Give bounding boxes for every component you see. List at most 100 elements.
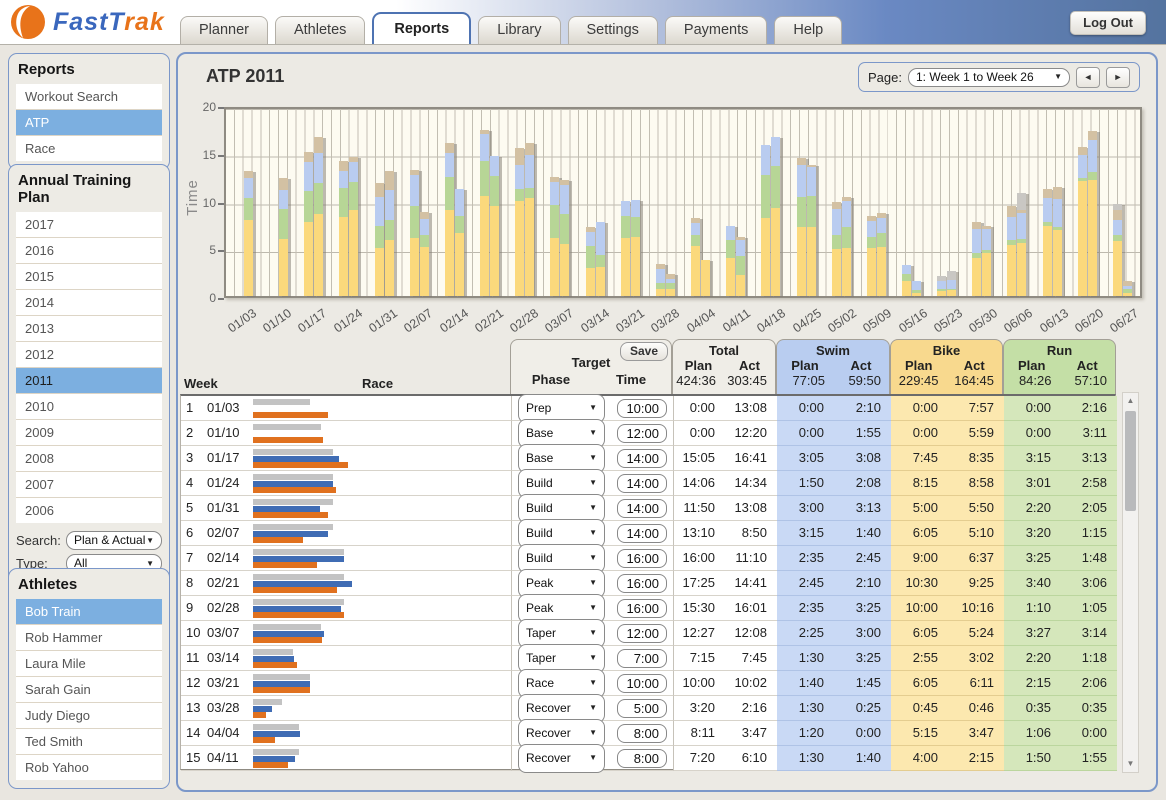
chart-segment-run <box>385 220 394 240</box>
table-row: 301/17Base▼15:0516:413:053:087:458:353:1… <box>181 446 1115 471</box>
bike-act-value: 10:16 <box>948 596 1004 621</box>
report-item-race[interactable]: Race <box>16 135 162 161</box>
chart-segment-run <box>867 237 876 248</box>
scroll-down-arrow-icon[interactable]: ▼ <box>1123 756 1138 772</box>
phase-select[interactable]: Recover▼ <box>518 744 605 773</box>
year-item-2014[interactable]: 2014 <box>16 289 162 315</box>
chart-segment-bike <box>410 238 419 296</box>
year-item-2007[interactable]: 2007 <box>16 471 162 497</box>
race-bar-target <box>253 574 344 580</box>
chart-bar-act <box>842 197 851 296</box>
total-act-value: 7:45 <box>725 646 777 671</box>
target-time-input[interactable] <box>617 749 667 768</box>
chart-segment-swim <box>304 162 313 191</box>
chart-segment-bike <box>726 258 735 296</box>
target-time-input[interactable] <box>617 724 667 743</box>
chart-segment-bike <box>525 198 534 296</box>
target-time-input[interactable] <box>617 449 667 468</box>
target-time-input[interactable] <box>617 524 667 543</box>
year-item-2011[interactable]: 2011 <box>16 367 162 393</box>
bike-plan-value: 8:15 <box>891 471 948 496</box>
year-item-2015[interactable]: 2015 <box>16 263 162 289</box>
chart-segment-bike <box>1043 226 1052 296</box>
chart-segment-swim <box>1078 155 1087 178</box>
target-time-input[interactable] <box>617 599 667 618</box>
swim-act-value: 3:00 <box>834 621 891 646</box>
year-item-2010[interactable]: 2010 <box>16 393 162 419</box>
target-time-input[interactable] <box>617 499 667 518</box>
tab-planner[interactable]: Planner <box>180 16 268 44</box>
tab-settings[interactable]: Settings <box>568 16 658 44</box>
target-time-input[interactable] <box>617 424 667 443</box>
year-item-2016[interactable]: 2016 <box>16 237 162 263</box>
logout-button[interactable]: Log Out <box>1070 11 1146 35</box>
week-date: 02/28 <box>207 596 249 621</box>
target-time-input[interactable] <box>617 649 667 668</box>
chart-segment-swim <box>832 209 841 235</box>
table-row: 401/24Build▼14:0614:341:502:088:158:583:… <box>181 471 1115 496</box>
year-item-2017[interactable]: 2017 <box>16 212 162 237</box>
year-item-2013[interactable]: 2013 <box>16 315 162 341</box>
athlete-item-rob-yahoo[interactable]: Rob Yahoo <box>16 754 162 780</box>
swim-act-value: 2:45 <box>834 546 891 571</box>
year-item-2012[interactable]: 2012 <box>16 341 162 367</box>
target-time-input[interactable] <box>617 674 667 693</box>
athlete-item-judy-diego[interactable]: Judy Diego <box>16 702 162 728</box>
filter-select-search[interactable]: Plan & Actual▼ <box>66 531 162 550</box>
swim-act-value: 3:25 <box>834 646 891 671</box>
time-cell <box>611 721 673 746</box>
tab-reports[interactable]: Reports <box>372 12 471 44</box>
race-bar-plan <box>253 481 333 487</box>
save-button[interactable]: Save <box>620 342 668 361</box>
year-item-2009[interactable]: 2009 <box>16 419 162 445</box>
race-bar-target <box>253 424 321 430</box>
chart-segment-swim <box>490 156 499 177</box>
scroll-up-arrow-icon[interactable]: ▲ <box>1123 393 1138 409</box>
tab-payments[interactable]: Payments <box>665 16 767 44</box>
chart-segment-other <box>1078 147 1087 155</box>
year-item-2006[interactable]: 2006 <box>16 497 162 523</box>
target-time-input[interactable] <box>617 624 667 643</box>
total-act-value: 2:16 <box>725 696 777 721</box>
target-time-input[interactable] <box>617 699 667 718</box>
chart-segment-bike <box>947 290 956 296</box>
next-page-button[interactable]: ► <box>1106 67 1130 88</box>
swim-plan-value: 2:35 <box>777 546 834 571</box>
run-act-value: 2:58 <box>1061 471 1117 496</box>
chart-segment-run <box>797 197 806 228</box>
chart-segment-bike <box>771 208 780 296</box>
prev-page-button[interactable]: ◄ <box>1076 67 1100 88</box>
race-bar-target <box>253 399 310 405</box>
week-number: 1 <box>181 396 207 421</box>
chart-segment-run <box>902 274 911 281</box>
bike-act-value: 7:57 <box>948 396 1004 421</box>
target-time-input[interactable] <box>617 399 667 418</box>
tab-help[interactable]: Help <box>774 16 842 44</box>
year-item-2008[interactable]: 2008 <box>16 445 162 471</box>
target-time-input[interactable] <box>617 549 667 568</box>
athlete-item-sarah-gain[interactable]: Sarah Gain <box>16 676 162 702</box>
chart-bar-plan <box>410 170 419 296</box>
report-item-atp[interactable]: ATP <box>16 109 162 135</box>
annual-training-plan-panel: Annual Training Plan 2017201620152014201… <box>8 164 170 605</box>
bike-plan-value: 6:05 <box>891 521 948 546</box>
athlete-item-rob-hammer[interactable]: Rob Hammer <box>16 624 162 650</box>
athlete-item-bob-train[interactable]: Bob Train <box>16 599 162 624</box>
chart-segment-bike <box>982 253 991 296</box>
athlete-item-ted-smith[interactable]: Ted Smith <box>16 728 162 754</box>
race-bar-actual <box>253 587 337 593</box>
bike-act-value: 9:25 <box>948 571 1004 596</box>
target-time-input[interactable] <box>617 574 667 593</box>
chart-week-group <box>1105 109 1140 296</box>
report-item-workout-search[interactable]: Workout Search <box>16 84 162 109</box>
chart-bar-act <box>1123 281 1132 296</box>
table-scrollbar[interactable]: ▲ ▼ <box>1122 392 1139 773</box>
page-select[interactable]: 1: Week 1 to Week 26 ▼ <box>908 68 1070 87</box>
tab-library[interactable]: Library <box>478 16 560 44</box>
target-time-input[interactable] <box>617 474 667 493</box>
tab-athletes[interactable]: Athletes <box>275 16 365 44</box>
bike-plan-sum: 229:45 <box>891 373 947 388</box>
athlete-item-laura-mile[interactable]: Laura Mile <box>16 650 162 676</box>
total-act-value: 6:10 <box>725 746 777 771</box>
scrollbar-thumb[interactable] <box>1125 411 1136 511</box>
